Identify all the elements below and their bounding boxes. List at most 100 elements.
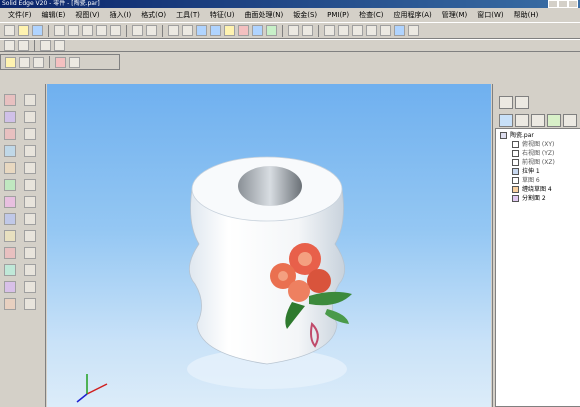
menu-format[interactable]: 格式(O)	[141, 8, 166, 22]
menu-pmi[interactable]: PMI(P)	[327, 8, 349, 22]
rib-icon[interactable]	[4, 179, 16, 191]
vent-icon[interactable]	[24, 196, 36, 208]
ribbon-cancel-icon[interactable]	[69, 56, 80, 68]
lip-icon[interactable]	[4, 196, 16, 208]
pattern-icon[interactable]	[24, 213, 36, 225]
mounting-boss-icon[interactable]	[4, 213, 16, 225]
round-icon[interactable]	[4, 145, 16, 157]
menu-help[interactable]: 帮助(H)	[514, 8, 539, 22]
sweep-icon[interactable]	[24, 247, 36, 259]
rotate-icon[interactable]	[380, 25, 391, 36]
menu-manage[interactable]: 管理(M)	[442, 8, 468, 22]
sketch-tool-icon[interactable]	[24, 111, 36, 123]
tree-root-label: 陶瓷.par	[510, 132, 534, 139]
lightbulb-icon[interactable]	[224, 25, 235, 36]
split-face-tool-icon[interactable]	[24, 281, 36, 293]
sketch-icon[interactable]	[182, 25, 193, 36]
menu-applications[interactable]: 应用程序(A)	[394, 8, 432, 22]
ribbon-profile-icon[interactable]	[19, 56, 30, 68]
tree-item[interactable]: 右视图 (YZ)	[496, 149, 580, 158]
view-iso-icon[interactable]	[210, 25, 221, 36]
menu-insert[interactable]: 插入(I)	[110, 8, 132, 22]
new-file-icon[interactable]	[4, 25, 15, 36]
feature-library-icon[interactable]	[4, 40, 15, 51]
decal-icon[interactable]	[24, 298, 36, 310]
thread-icon[interactable]	[24, 230, 36, 242]
select-icon[interactable]	[168, 25, 179, 36]
shading-icon[interactable]	[302, 25, 313, 36]
sensors-tab-icon[interactable]	[531, 114, 545, 127]
save-icon[interactable]	[32, 25, 43, 36]
print-icon[interactable]	[54, 25, 65, 36]
thin-wall-icon[interactable]	[24, 162, 36, 174]
view-orient-icon[interactable]	[196, 25, 207, 36]
undo-icon[interactable]	[132, 25, 143, 36]
pan-icon[interactable]	[366, 25, 377, 36]
feature-library-tab-icon[interactable]	[515, 114, 529, 127]
close-button[interactable]	[568, 0, 578, 8]
web-network-icon[interactable]	[24, 179, 36, 191]
reference-plane-icon[interactable]	[40, 40, 51, 51]
menu-view[interactable]: 视图(V)	[75, 8, 99, 22]
loft-icon[interactable]	[4, 264, 16, 276]
ribbon-step-icon[interactable]	[5, 56, 16, 68]
coordinate-system-icon[interactable]	[54, 40, 65, 51]
display-mode-icon[interactable]	[288, 25, 299, 36]
paste-icon[interactable]	[110, 25, 121, 36]
emboss-icon[interactable]	[4, 281, 16, 293]
cutout-icon[interactable]	[4, 128, 16, 140]
family-tab-icon[interactable]	[547, 114, 561, 127]
tree-item[interactable]: 俯视图 (XY)	[496, 140, 580, 149]
tree-root[interactable]: 陶瓷.par	[496, 131, 580, 140]
ribbon-finish-icon[interactable]	[55, 56, 66, 68]
toolbar-separator	[162, 24, 163, 37]
library-tab-icon[interactable]	[499, 114, 513, 127]
menu-features[interactable]: 特征(U)	[210, 8, 235, 22]
menu-edit[interactable]: 编辑(E)	[42, 8, 66, 22]
chamfer-icon[interactable]	[24, 145, 36, 157]
zoom-icon[interactable]	[338, 25, 349, 36]
select-tool-icon[interactable]	[24, 94, 36, 106]
normal-icon[interactable]	[24, 264, 36, 276]
maximize-button[interactable]	[558, 0, 568, 8]
minimize-button[interactable]	[548, 0, 558, 8]
edit-definition-icon[interactable]	[18, 40, 29, 51]
tree-item[interactable]: 缠绕草图 4	[496, 185, 580, 194]
grid-icon[interactable]	[408, 25, 419, 36]
zoom-area-icon[interactable]	[324, 25, 335, 36]
menu-tools[interactable]: 工具(T)	[176, 8, 200, 22]
mirror-icon[interactable]	[4, 230, 16, 242]
menu-surfacing[interactable]: 曲面处理(N)	[245, 8, 284, 22]
sculpt-icon[interactable]	[394, 25, 405, 36]
layers-tab-icon[interactable]	[515, 96, 529, 109]
tree-item[interactable]: 分割面 2	[496, 194, 580, 203]
cut-icon[interactable]	[82, 25, 93, 36]
redo-icon[interactable]	[146, 25, 157, 36]
open-file-icon[interactable]	[18, 25, 29, 36]
tree-item[interactable]: 前视图 (XZ)	[496, 158, 580, 167]
protrusion-icon[interactable]	[4, 94, 16, 106]
copy-icon[interactable]	[96, 25, 107, 36]
tree-item[interactable]: 拉伸 1	[496, 167, 580, 176]
vase-hole	[238, 166, 302, 206]
revolve-icon[interactable]	[4, 111, 16, 123]
draft-icon[interactable]	[4, 162, 16, 174]
tree-item[interactable]: 草图 6	[496, 176, 580, 185]
material-icon[interactable]	[238, 25, 249, 36]
wrap-sketch-tool-icon[interactable]	[4, 298, 16, 310]
grid-tab-icon[interactable]	[563, 114, 577, 127]
menu-sheetmetal[interactable]: 钣金(S)	[293, 8, 317, 22]
print-preview-icon[interactable]	[68, 25, 79, 36]
helix-icon[interactable]	[4, 247, 16, 259]
graphics-viewport[interactable]	[47, 84, 491, 407]
globe-icon[interactable]	[266, 25, 277, 36]
menu-file[interactable]: 文件(F)	[8, 8, 32, 22]
plane-icon	[512, 150, 519, 157]
render-icon[interactable]	[252, 25, 263, 36]
feature-pathfinder-tab-icon[interactable]	[499, 96, 513, 109]
hole-icon[interactable]	[24, 128, 36, 140]
menu-inspect[interactable]: 检查(C)	[359, 8, 383, 22]
ribbon-extent-icon[interactable]	[33, 56, 44, 68]
fit-icon[interactable]	[352, 25, 363, 36]
menu-window[interactable]: 窗口(W)	[477, 8, 503, 22]
